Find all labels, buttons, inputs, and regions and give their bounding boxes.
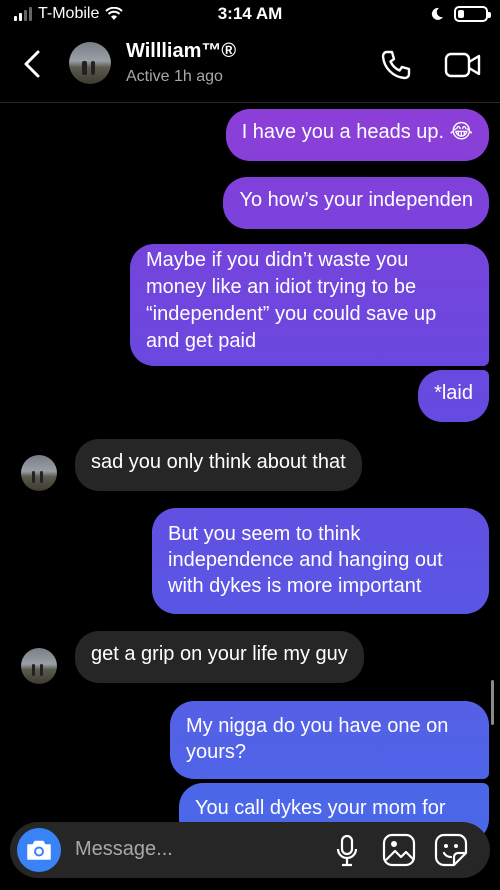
active-status: Active 1h ago bbox=[126, 68, 223, 85]
scrollbar[interactable] bbox=[491, 680, 494, 725]
message-input[interactable]: Message... bbox=[75, 838, 173, 861]
outgoing-message[interactable]: Yo how’s your independen bbox=[223, 177, 489, 229]
back-chevron-icon[interactable] bbox=[18, 46, 48, 82]
clock: 3:14 AM bbox=[217, 4, 283, 23]
message-composer[interactable]: Message... bbox=[10, 822, 490, 878]
camera-icon bbox=[27, 840, 51, 860]
incoming-message[interactable]: sad you only think about that bbox=[75, 439, 362, 491]
status-right bbox=[430, 6, 491, 22]
moon-icon bbox=[431, 7, 443, 20]
camera-button[interactable] bbox=[17, 828, 61, 872]
chat-header: Willliam™® Active 1h ago bbox=[0, 30, 500, 103]
outgoing-message[interactable]: But you seem to think independence and h… bbox=[152, 508, 489, 614]
outgoing-message[interactable]: My nigga do you have one on yours? bbox=[170, 701, 489, 779]
battery-icon bbox=[454, 6, 491, 22]
sticker-icon[interactable] bbox=[434, 833, 468, 867]
outgoing-message[interactable]: *laid bbox=[418, 370, 489, 422]
video-icon[interactable] bbox=[444, 49, 482, 81]
outgoing-message[interactable]: Maybe if you didn’t waste you money like… bbox=[130, 244, 489, 366]
incoming-message[interactable]: get a grip on your life my guy bbox=[75, 631, 364, 683]
contact-name[interactable]: Willliam™® bbox=[126, 40, 236, 63]
avatar[interactable] bbox=[21, 455, 57, 491]
gallery-icon[interactable] bbox=[382, 833, 416, 867]
microphone-icon[interactable] bbox=[335, 834, 359, 868]
avatar[interactable] bbox=[69, 42, 111, 84]
phone-icon[interactable] bbox=[380, 49, 412, 81]
avatar[interactable] bbox=[21, 648, 57, 684]
outgoing-message[interactable]: I have you a heads up. 😂 bbox=[225, 109, 489, 161]
status-bar: T-Mobile 3:14 AM bbox=[0, 0, 500, 30]
